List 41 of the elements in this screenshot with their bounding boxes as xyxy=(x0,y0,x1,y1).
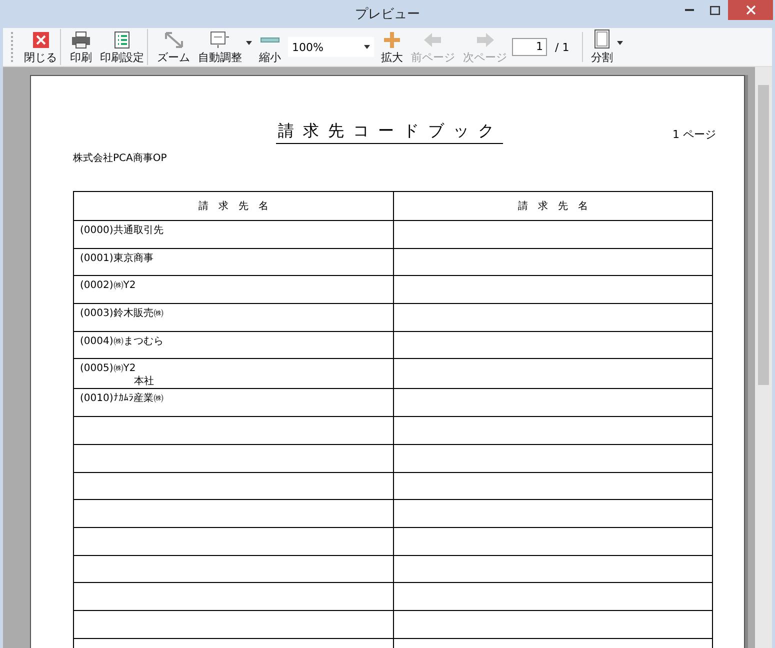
diagonal-arrow-icon xyxy=(164,31,184,49)
table-cell: (0003)鈴木販売㈱ xyxy=(74,304,393,332)
toolbar-button[interactable]: 拡大 xyxy=(378,29,406,65)
minimize-icon xyxy=(684,9,694,11)
toolbar-button[interactable]: 印刷 xyxy=(67,29,95,65)
toolbar-button[interactable]: 自動調整 xyxy=(195,29,254,65)
close-button[interactable] xyxy=(728,0,773,20)
table-cell: (0005)㈱Y2 本社 xyxy=(74,358,393,389)
company-name: 株式会社PCA商事OP xyxy=(73,152,168,165)
page-label: 1 ページ xyxy=(672,127,716,142)
table-cell: (0000)共通取引先 xyxy=(74,220,393,248)
toolbar-button[interactable]: 分割 xyxy=(588,29,626,65)
zoom-combo[interactable]: 100% xyxy=(288,37,374,57)
table-cell: (0004)㈱まつむら xyxy=(74,331,393,359)
minus-icon xyxy=(260,37,280,43)
toolbar-button[interactable]: 印刷設定 xyxy=(97,29,148,65)
right-arrow-icon xyxy=(475,31,495,49)
caret-icon xyxy=(617,41,624,45)
scrollbar-thumb[interactable] xyxy=(758,85,769,385)
close-icon xyxy=(746,5,756,15)
toolbar-button[interactable]: 閉じる xyxy=(21,29,61,65)
list-icon xyxy=(114,31,130,49)
plus-icon xyxy=(382,31,402,49)
column-header: 請 求 先 名 xyxy=(393,192,712,220)
caret-icon xyxy=(246,41,252,45)
table-cell: (0002)㈱Y2 xyxy=(74,276,393,304)
toolbar-button[interactable]: 縮小 xyxy=(256,29,284,65)
page-total: / 1 xyxy=(555,40,570,54)
document-title: 請求先コードブック xyxy=(276,121,503,144)
column-header: 請 求 先 名 xyxy=(74,192,393,220)
caret-icon xyxy=(364,45,370,49)
table-cell: (0001)東京商事 xyxy=(74,248,393,276)
maximize-icon xyxy=(710,6,720,14)
close-icon xyxy=(32,31,50,49)
page-number-field[interactable]: 1 xyxy=(512,38,547,56)
printer-icon xyxy=(71,31,91,49)
table-cell: (0010)ﾅｶﾑﾗ産業㈱ xyxy=(74,388,393,417)
left-arrow-icon xyxy=(423,31,443,49)
window-title: プレビュー xyxy=(355,6,420,23)
toolbar-button[interactable]: ズーム xyxy=(154,29,193,65)
fit-page-icon xyxy=(210,31,230,49)
